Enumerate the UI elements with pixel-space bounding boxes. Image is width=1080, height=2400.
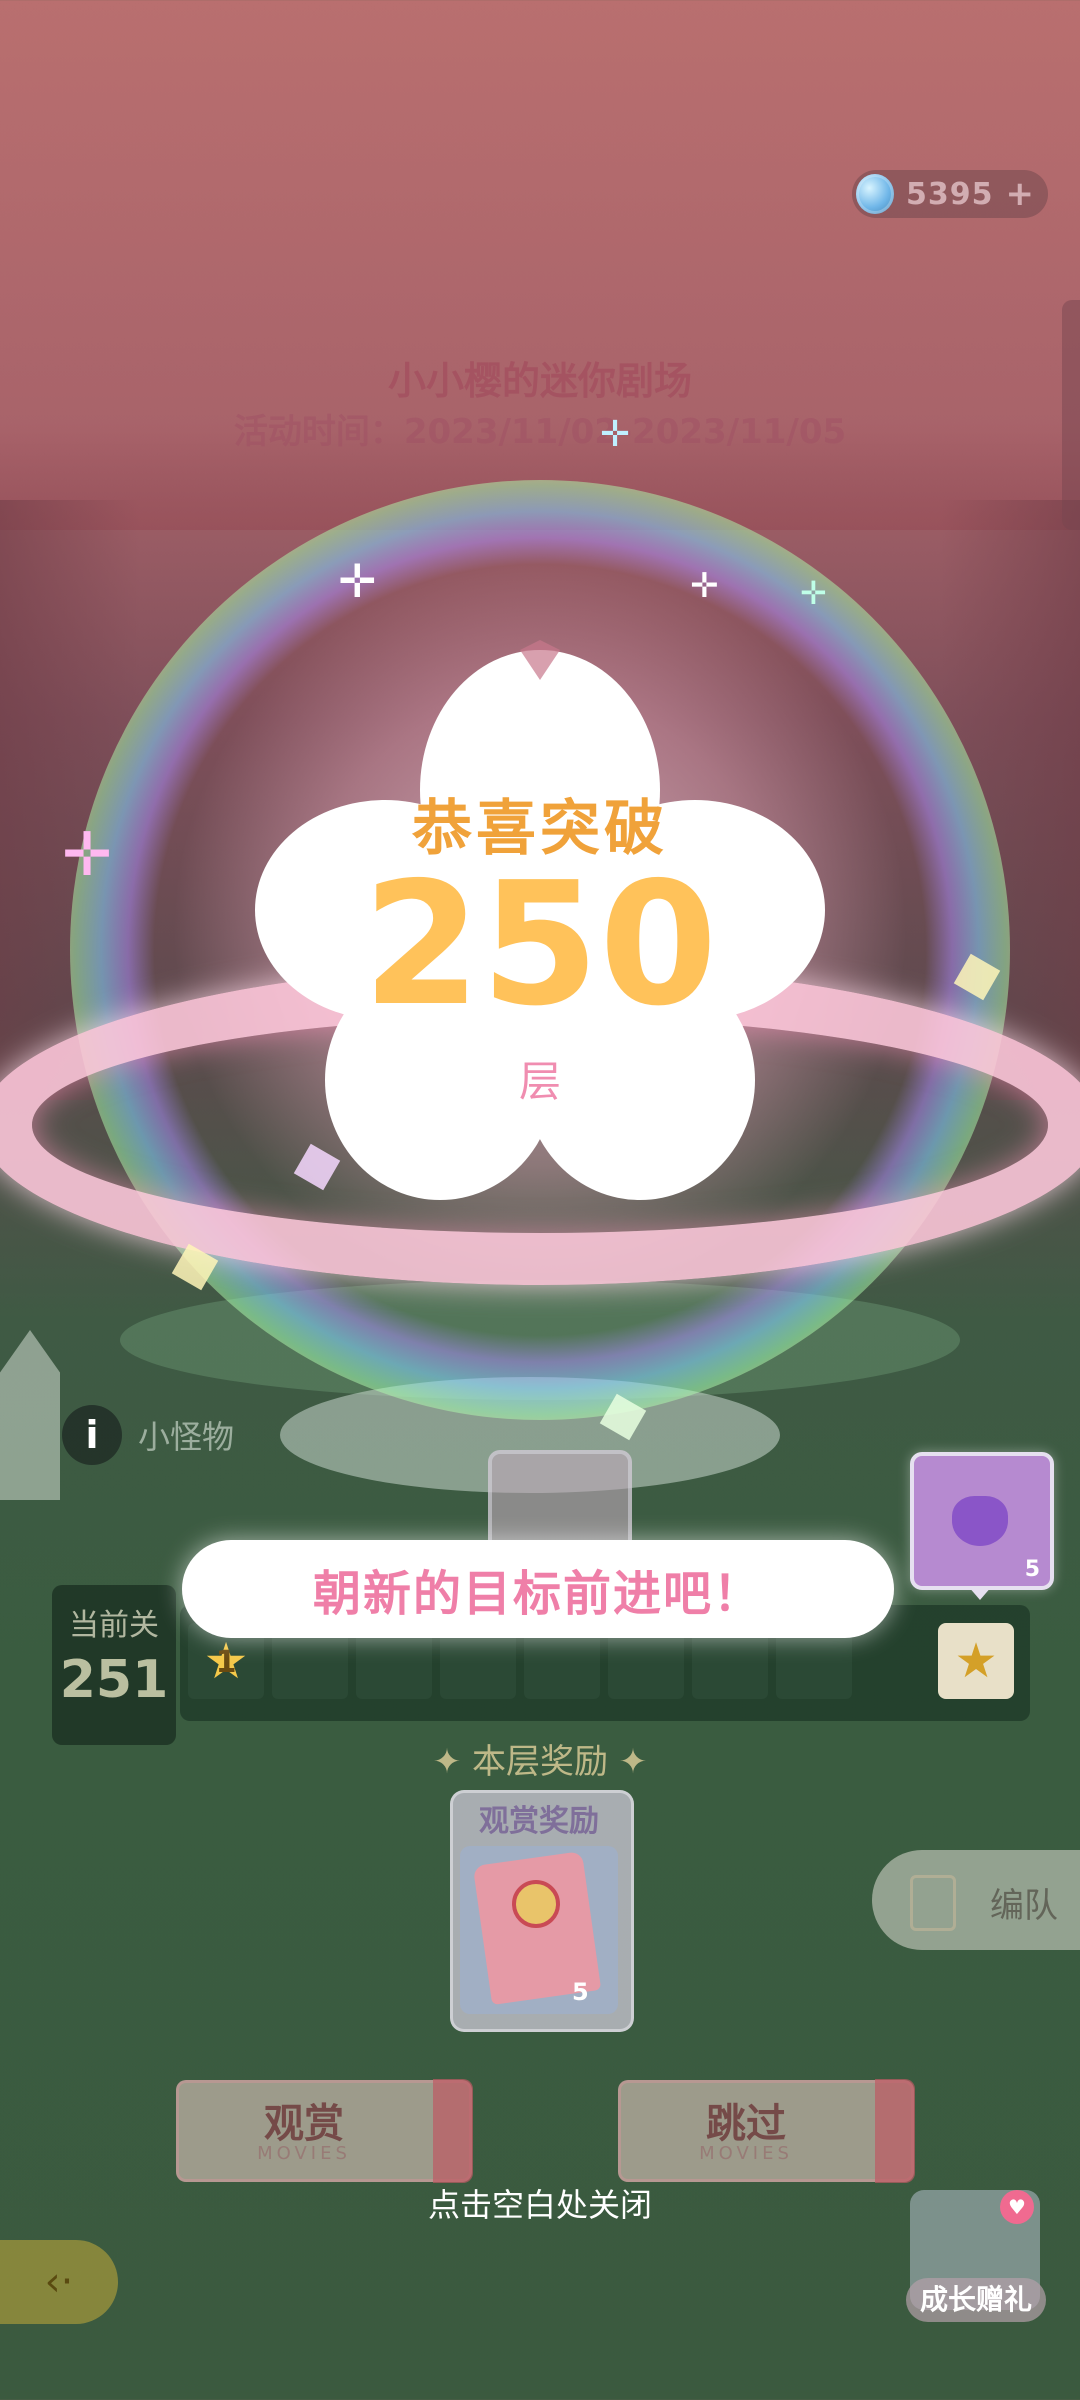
view-reward-label: 观赏奖励 — [479, 1804, 599, 1839]
ticket-label: 跳过 — [706, 2101, 786, 2147]
monster-label: 小怪物 — [138, 1418, 235, 1456]
house-decoration — [0, 1330, 60, 1500]
goal-banner: 朝新的目标前进吧！ — [182, 1540, 894, 1638]
close-hint[interactable]: 点击空白处关闭 — [0, 2180, 1080, 2226]
ticket-sublabel: MOVIES — [257, 2143, 351, 2164]
event-title: 小小樱的迷你剧场 — [387, 359, 692, 403]
floor-unit: 层 — [518, 1057, 561, 1106]
gem-icon — [856, 174, 894, 214]
milestone-reward-card[interactable]: 5 — [910, 1452, 1054, 1590]
current-level-value: 251 — [59, 1650, 169, 1710]
currency-pill[interactable]: 5395 + — [852, 170, 1048, 218]
ticket-sublabel: MOVIES — [699, 2143, 793, 2164]
ticket-stub — [875, 2079, 915, 2183]
info-icon[interactable]: i — [62, 1405, 122, 1465]
floor-reward-title: ✦ 本层奖励 ✦ — [432, 1742, 648, 1782]
skip-ticket-button[interactable]: 跳过 MOVIES — [618, 2079, 915, 2183]
sparkle-icon: ✛ — [690, 566, 719, 606]
currency-value: 5395 — [906, 176, 994, 212]
ticket-label: 观赏 — [264, 2101, 344, 2147]
milestone-reward-count: 5 — [1024, 1557, 1040, 1582]
medal-icon — [512, 1880, 560, 1928]
card-pointer — [968, 1586, 992, 1600]
team-label: 编队 — [990, 1886, 1058, 1926]
team-card-icon — [910, 1875, 956, 1931]
sparkle-icon: ✛ — [600, 414, 631, 455]
ticket-stub — [433, 2079, 473, 2183]
sparkle-icon: ✛ — [800, 574, 827, 612]
reward-count: 5 — [572, 1978, 589, 2006]
sparkle-icon: ✛ — [338, 554, 377, 608]
back-arrow-icon[interactable]: ‹· — [0, 2240, 118, 2324]
star-icon[interactable]: ★ — [938, 1623, 1014, 1699]
event-time: 活动时间：2023/11/02-2023/11/05 — [233, 412, 847, 452]
floor-number: 250 — [362, 846, 718, 1044]
heart-bag-icon — [952, 1496, 1008, 1546]
sparkle-icon: ✛ — [62, 820, 113, 890]
current-level-label: 当前关 — [69, 1608, 159, 1643]
goal-banner-text: 朝新的目标前进吧！ — [312, 1566, 763, 1622]
add-currency-button[interactable]: + — [1006, 174, 1035, 214]
growth-gift-label: 成长赠礼 — [906, 2278, 1046, 2322]
watch-ticket-button[interactable]: 观赏 MOVIES — [176, 2079, 473, 2183]
